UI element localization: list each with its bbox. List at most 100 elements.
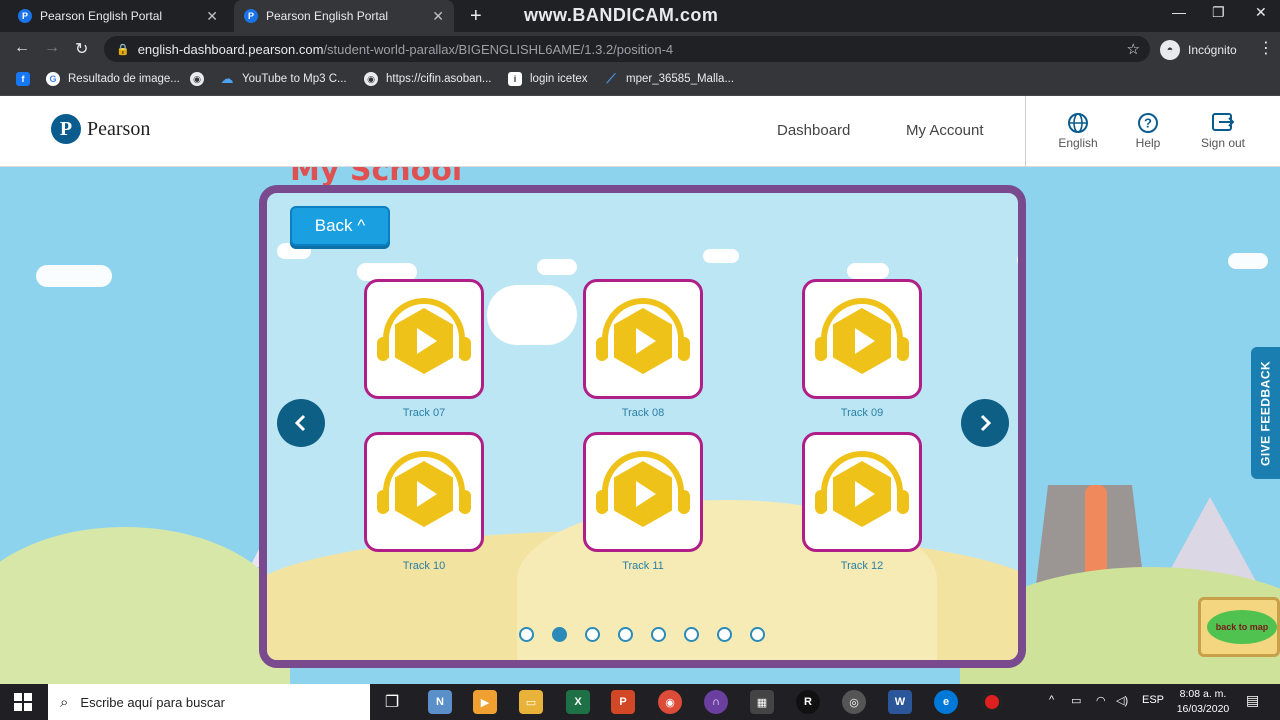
language-button[interactable]: English: [1048, 112, 1108, 150]
track-button[interactable]: [802, 432, 922, 552]
bookmark-label: Resultado de image...: [68, 73, 180, 85]
browser-toolbar: ← → ↻ 🔒 english-dashboard.pearson.com /s…: [0, 32, 1280, 66]
panel-cloud: [487, 285, 577, 345]
track-button[interactable]: [802, 279, 922, 399]
wifi-icon[interactable]: ◠: [1096, 694, 1106, 707]
forward-arrow-icon[interactable]: →: [44, 39, 60, 57]
lock-icon: 🔒: [116, 43, 130, 56]
back-to-map-button[interactable]: back to map: [1198, 597, 1280, 657]
track-card[interactable]: Track 08: [583, 279, 703, 419]
sign-out-label: Sign out: [1200, 136, 1246, 150]
page-dot[interactable]: [684, 627, 699, 642]
page-dot[interactable]: [750, 627, 765, 642]
tray-chevron-icon[interactable]: ^: [1049, 694, 1054, 706]
help-button[interactable]: ? Help: [1118, 112, 1178, 150]
nav-dashboard[interactable]: Dashboard: [777, 122, 850, 139]
track-button[interactable]: [364, 279, 484, 399]
globe-icon: [1048, 112, 1108, 136]
pearson-logo[interactable]: P Pearson: [51, 114, 150, 144]
svg-text:?: ?: [1144, 116, 1152, 131]
tab-title: Pearson English Portal: [266, 9, 389, 23]
close-icon[interactable]: ✕: [432, 8, 444, 25]
notepad-icon[interactable]: N: [428, 690, 452, 714]
page-dot[interactable]: [585, 627, 600, 642]
media-player-icon[interactable]: ▶: [473, 690, 497, 714]
reload-icon[interactable]: ↻: [75, 39, 88, 59]
close-icon[interactable]: ✕: [206, 8, 218, 25]
header-divider: [1025, 96, 1026, 167]
give-feedback-tab[interactable]: GIVE FEEDBACK: [1251, 347, 1280, 479]
headset-app-icon[interactable]: ∩: [704, 690, 728, 714]
chevron-right-icon: [980, 414, 992, 432]
chrome-icon[interactable]: ◉: [658, 690, 682, 714]
previous-page-button[interactable]: [277, 399, 325, 447]
back-arrow-icon[interactable]: ←: [14, 39, 30, 57]
battery-icon[interactable]: ▭: [1071, 694, 1081, 707]
headphone-cup: [678, 490, 690, 514]
taskbar-search-box[interactable]: ⌕ Escribe aquí para buscar: [48, 684, 370, 720]
minimize-icon[interactable]: —: [1172, 4, 1186, 20]
bookmark-star-icon[interactable]: ☆: [1127, 40, 1140, 58]
new-tab-icon[interactable]: +: [470, 5, 482, 28]
powerpoint-icon[interactable]: P: [611, 690, 635, 714]
bookmark-google-images[interactable]: G Resultado de image...: [46, 72, 180, 86]
windows-start-icon[interactable]: [14, 693, 32, 711]
headphone-cup: [459, 490, 471, 514]
browser-menu-icon[interactable]: ⋮: [1258, 38, 1274, 58]
track-button[interactable]: [364, 432, 484, 552]
chart-icon: ⟋: [606, 71, 616, 86]
task-view-icon[interactable]: ❐: [380, 690, 404, 714]
browser-tab-1[interactable]: P Pearson English Portal ✕: [8, 0, 228, 32]
restore-icon[interactable]: ❐: [1212, 4, 1225, 21]
pagination-dots: [519, 627, 765, 642]
r-app-icon[interactable]: R: [796, 690, 820, 714]
track-button[interactable]: [583, 279, 703, 399]
bookmark-malla[interactable]: ⟋ mper_36585_Malla...: [604, 71, 734, 86]
file-explorer-icon[interactable]: ▭: [519, 690, 543, 714]
notifications-icon[interactable]: ▤: [1246, 692, 1259, 709]
bookmark-cifin[interactable]: ◉ https://cifin.asoban...: [364, 72, 491, 86]
close-window-icon[interactable]: ✕: [1255, 4, 1267, 21]
page-dot[interactable]: [717, 627, 732, 642]
bookmark-facebook[interactable]: f: [16, 72, 38, 86]
sign-out-button[interactable]: Sign out: [1193, 112, 1253, 150]
excel-icon[interactable]: X: [566, 690, 590, 714]
address-bar[interactable]: 🔒 english-dashboard.pearson.com /student…: [104, 36, 1150, 62]
disc-app-icon[interactable]: ◎: [842, 690, 866, 714]
record-icon[interactable]: [980, 690, 1004, 714]
calculator-icon[interactable]: ▦: [750, 690, 774, 714]
taskbar-clock[interactable]: 8:08 a. m. 16/03/2020: [1170, 687, 1236, 717]
next-page-button[interactable]: [961, 399, 1009, 447]
back-button[interactable]: Back ^: [290, 206, 390, 246]
play-icon: [636, 328, 656, 354]
track-card[interactable]: Track 09: [802, 279, 922, 419]
clock-date: 16/03/2020: [1176, 703, 1230, 715]
headphone-cup: [815, 490, 827, 514]
page-dot[interactable]: [519, 627, 534, 642]
browser-tab-2[interactable]: P Pearson English Portal ✕: [234, 0, 454, 32]
bookmark-globe[interactable]: ◉: [190, 72, 212, 86]
input-language[interactable]: ESP: [1142, 694, 1164, 706]
track-card[interactable]: Track 12: [802, 432, 922, 572]
page-dot[interactable]: [651, 627, 666, 642]
track-button[interactable]: [583, 432, 703, 552]
language-label: English: [1058, 136, 1098, 150]
page-dot[interactable]: [618, 627, 633, 642]
nav-my-account[interactable]: My Account: [906, 122, 984, 139]
track-card[interactable]: Track 10: [364, 432, 484, 572]
facebook-icon: f: [16, 72, 30, 86]
track-label: Track 09: [840, 407, 884, 419]
word-icon[interactable]: W: [888, 690, 912, 714]
bookmark-icetex[interactable]: i login icetex: [508, 72, 588, 86]
volume-icon[interactable]: ◁): [1116, 694, 1128, 707]
page-dot[interactable]: [552, 627, 567, 642]
globe-icon: ◉: [364, 72, 378, 86]
windows-taskbar: ⌕ Escribe aquí para buscar ❐ N ▶ ▭ X P ◉…: [0, 684, 1280, 720]
track-card[interactable]: Track 07: [364, 279, 484, 419]
bookmark-youtube-mp3[interactable]: ☁ YouTube to Mp3 C...: [220, 71, 347, 86]
bookmark-label: https://cifin.asoban...: [386, 73, 492, 85]
incognito-indicator[interactable]: ◓ Incógnito: [1160, 40, 1237, 60]
edge-icon[interactable]: e: [934, 690, 958, 714]
track-card[interactable]: Track 11: [583, 432, 703, 572]
globe-icon: ◉: [190, 72, 204, 86]
